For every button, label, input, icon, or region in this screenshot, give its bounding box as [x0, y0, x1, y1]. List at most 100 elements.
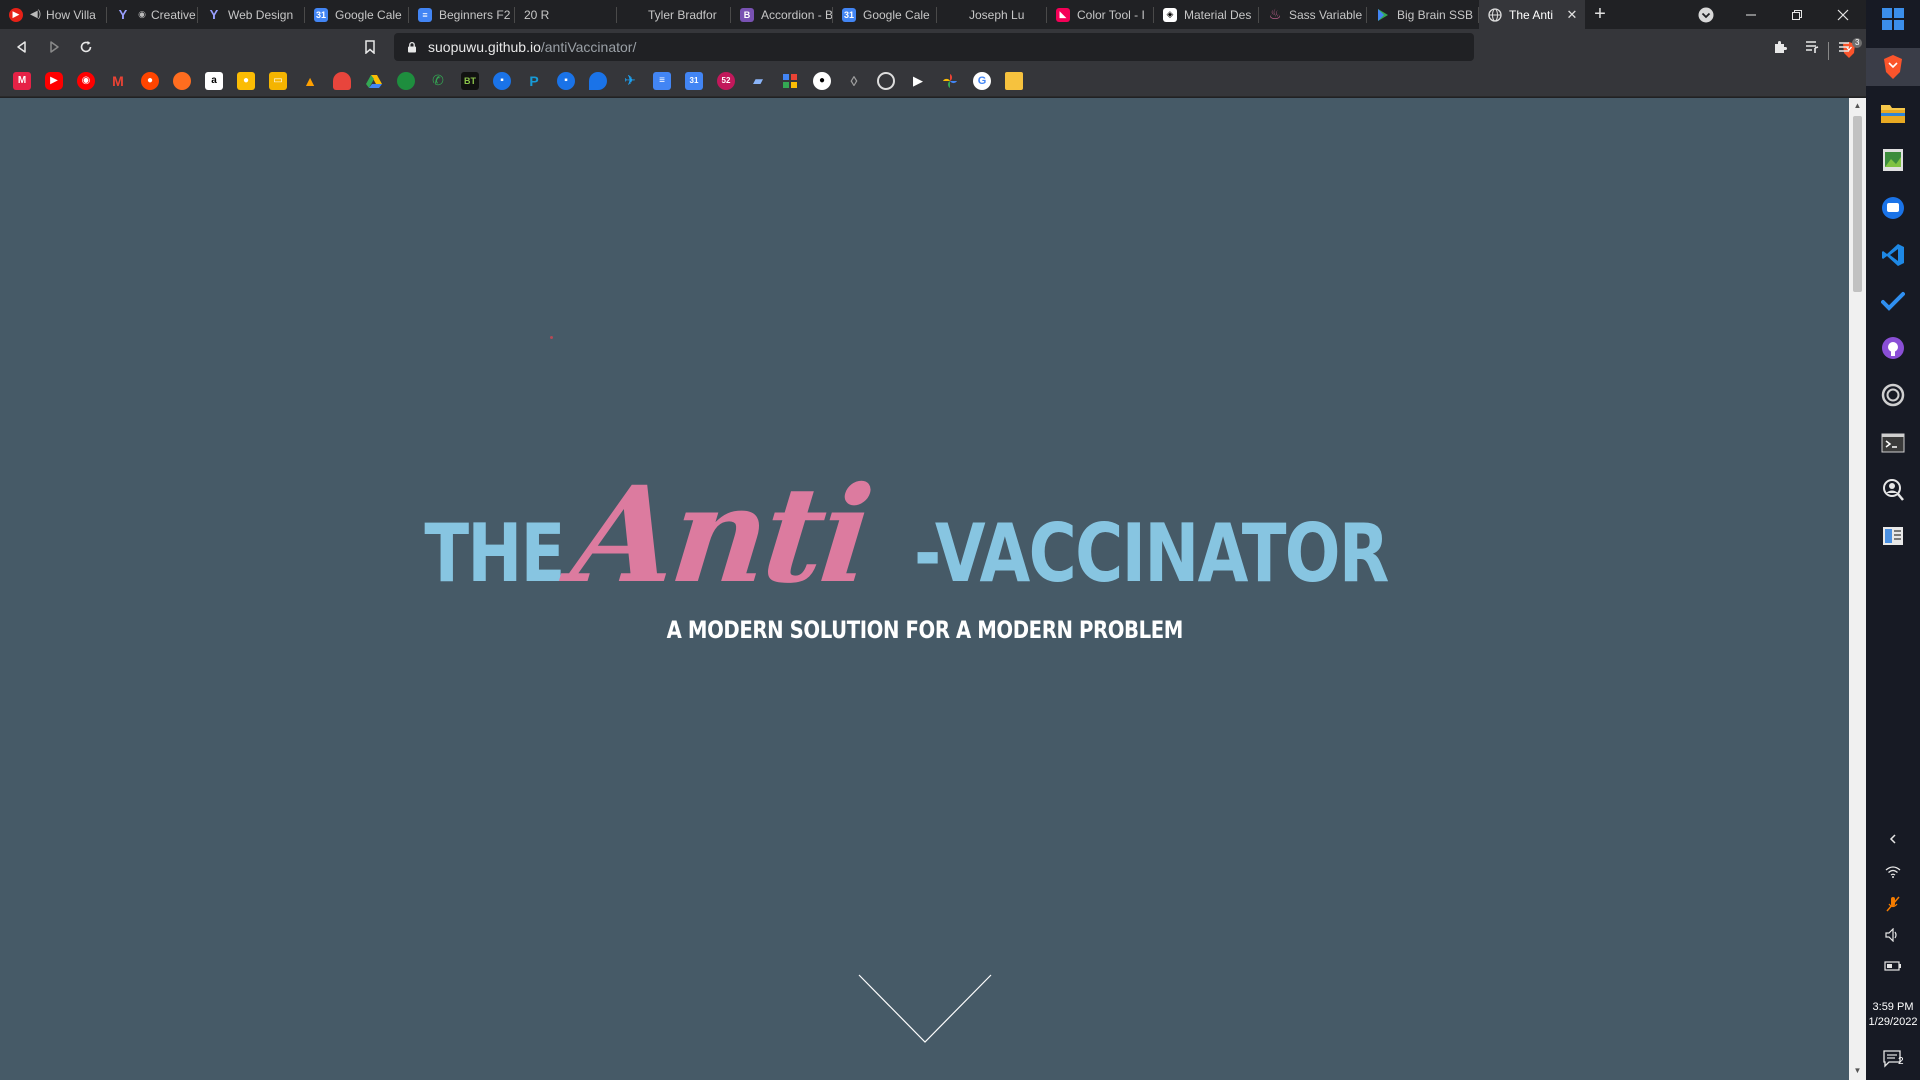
lock-icon[interactable] [406, 41, 418, 53]
decorative-dot [550, 336, 553, 339]
menu-button[interactable] [1828, 31, 1860, 63]
tab-3[interactable]: 31 Google Cale [305, 0, 409, 29]
tab-6[interactable]: Tyler Bradfor [617, 0, 731, 29]
tab-title: Color Tool - I [1077, 7, 1145, 22]
back-button[interactable] [6, 31, 38, 63]
tab-1[interactable]: Y ◉ Creative F [107, 0, 198, 29]
bookmark-calendar-icon[interactable]: 31 [685, 71, 703, 90]
windows-start-icon[interactable] [1878, 4, 1908, 34]
wifi-icon[interactable] [1866, 866, 1920, 878]
tab-active[interactable]: The Anti ✕ [1479, 0, 1585, 29]
bookmark-chat-bubble-icon[interactable]: ▰ [749, 72, 767, 90]
notifications-button[interactable]: 2 [1866, 1050, 1920, 1068]
bookmark-keep-icon[interactable]: ● [237, 71, 255, 90]
url-path: /antiVaccinator/ [540, 39, 637, 55]
minimize-icon[interactable] [1728, 0, 1774, 29]
user-magnify-icon[interactable] [1878, 475, 1908, 505]
bookmark-github-icon[interactable]: ● [813, 71, 831, 90]
bookmark-mail-icon[interactable]: M [13, 71, 31, 90]
bookmark-reddit-icon[interactable]: ● [141, 71, 159, 90]
bookmark-water-drop-icon[interactable]: ◊ [845, 72, 863, 90]
tab-13[interactable]: Big Brain SSB [1367, 0, 1479, 29]
bookmark-twitter-icon[interactable]: ✈ [621, 72, 639, 90]
bookmark-52-icon[interactable]: 52 [717, 71, 735, 90]
bookmark-google-icon[interactable]: G [973, 71, 991, 90]
battery-icon[interactable] [1866, 960, 1920, 972]
address-bar[interactable]: suopuwu.github.io/antiVaccinator/ 3 [394, 33, 1863, 61]
tab-close-icon[interactable]: ✕ [1563, 7, 1581, 23]
bookmark-play-icon[interactable]: ▶ [909, 72, 927, 90]
close-window-icon[interactable] [1820, 0, 1866, 29]
tab-search-button[interactable] [1696, 5, 1716, 25]
vscode-icon[interactable] [1878, 240, 1908, 270]
hero-title: THE Anti -VACCINATOR [0, 458, 1849, 613]
scroll-down-arrow-icon[interactable]: ▼ [1853, 1066, 1862, 1075]
github-desktop-icon[interactable] [1878, 333, 1908, 363]
bookmark-bt-icon[interactable]: BT [461, 71, 479, 90]
bookmark-gmail-icon[interactable]: M [109, 72, 127, 90]
bookmark-slides-icon[interactable]: ▭ [269, 71, 287, 90]
volume-icon[interactable] [1866, 928, 1920, 942]
restore-icon[interactable] [1774, 0, 1820, 29]
todo-checkmark-icon[interactable] [1878, 286, 1908, 316]
reload-icon [80, 41, 92, 53]
material-design-icon: ◈ [1163, 7, 1177, 22]
bookmark-paypal-icon[interactable]: P [525, 72, 543, 90]
bookmark-folder-icon[interactable] [1005, 71, 1023, 90]
clock-date: 1/29/2022 [1868, 1016, 1918, 1028]
system-clock[interactable]: 3:59 PM 1/29/2022 [1866, 1000, 1920, 1030]
speaker-muted-icon[interactable]: ◀) [30, 9, 41, 20]
bookmark-firebase-icon[interactable]: ▲ [301, 72, 319, 90]
globe-icon [1488, 7, 1502, 22]
back-arrow-icon [17, 41, 26, 53]
tab-4[interactable]: ≡ Beginners F2 [409, 0, 515, 29]
bookmark-youtube-music-icon[interactable]: ◉ [77, 71, 95, 90]
bookmark-photos-icon[interactable] [941, 72, 959, 90]
scroll-up-arrow-icon[interactable]: ▲ [1853, 101, 1862, 110]
spiral-app-icon[interactable] [1878, 380, 1908, 410]
chat-app-icon[interactable] [1878, 193, 1908, 223]
show-hidden-icons-chevron-icon[interactable] [1866, 833, 1920, 845]
bookmark-leaf-icon[interactable] [397, 71, 415, 90]
bookmark-chat-icon[interactable]: ▪ [493, 71, 511, 90]
bookmark-drop-icon[interactable] [589, 71, 607, 90]
bookmark-circle-icon[interactable] [877, 71, 895, 90]
youtube-icon: ▶ [9, 7, 23, 22]
brave-browser-icon[interactable] [1878, 52, 1908, 82]
tab-8[interactable]: 31 Google Cale [833, 0, 937, 29]
bookmark-orange-icon[interactable] [173, 71, 191, 90]
bookmark-docs-icon[interactable]: ≡ [653, 71, 671, 90]
bookmark-amazon-icon[interactable]: a [205, 71, 223, 90]
tab-9[interactable]: Joseph Lu [937, 0, 1047, 29]
bookmark-pinwheel-icon[interactable] [781, 72, 799, 90]
google-play-icon [1376, 8, 1390, 22]
image-editor-icon[interactable] [1878, 145, 1908, 175]
new-tab-button[interactable]: + [1585, 0, 1615, 29]
page-scrollbar[interactable]: ▲ ▼ [1849, 98, 1866, 1080]
file-explorer-icon[interactable] [1878, 98, 1908, 128]
media-controls-button[interactable] [1796, 31, 1828, 63]
tab-2[interactable]: Y Web Design [198, 0, 305, 29]
bookmark-cake-icon[interactable] [333, 71, 351, 90]
tab-5[interactable]: 20 R [515, 0, 617, 29]
tab-0[interactable]: ▶ ◀) How Villa [0, 0, 107, 29]
bookmark-button[interactable] [354, 31, 386, 63]
reader-app-icon[interactable] [1878, 521, 1908, 551]
tab-7[interactable]: B Accordion - B [731, 0, 833, 29]
scrollbar-thumb[interactable] [1853, 116, 1862, 292]
tab-12[interactable]: ♨ Sass Variable [1259, 0, 1367, 29]
bookmark-drive-icon[interactable] [365, 72, 383, 90]
reload-button[interactable] [70, 31, 102, 63]
terminal-icon[interactable] [1878, 428, 1908, 458]
bookmark-phone-icon[interactable]: ✆ [429, 72, 447, 90]
material-color-tool-icon: ◣ [1056, 7, 1070, 22]
tab-10[interactable]: ◣ Color Tool - I [1047, 0, 1154, 29]
bookmark-youtube-icon[interactable]: ▶ [45, 71, 63, 90]
microphone-muted-icon[interactable] [1866, 896, 1920, 912]
forward-button[interactable] [38, 31, 70, 63]
tab-11[interactable]: ◈ Material Des [1154, 0, 1259, 29]
extensions-button[interactable] [1764, 31, 1796, 63]
palette-icon: ◉ [138, 9, 146, 19]
scroll-down-chevron-icon[interactable] [858, 974, 992, 1044]
bookmark-messages-icon[interactable]: ▪ [557, 71, 575, 90]
